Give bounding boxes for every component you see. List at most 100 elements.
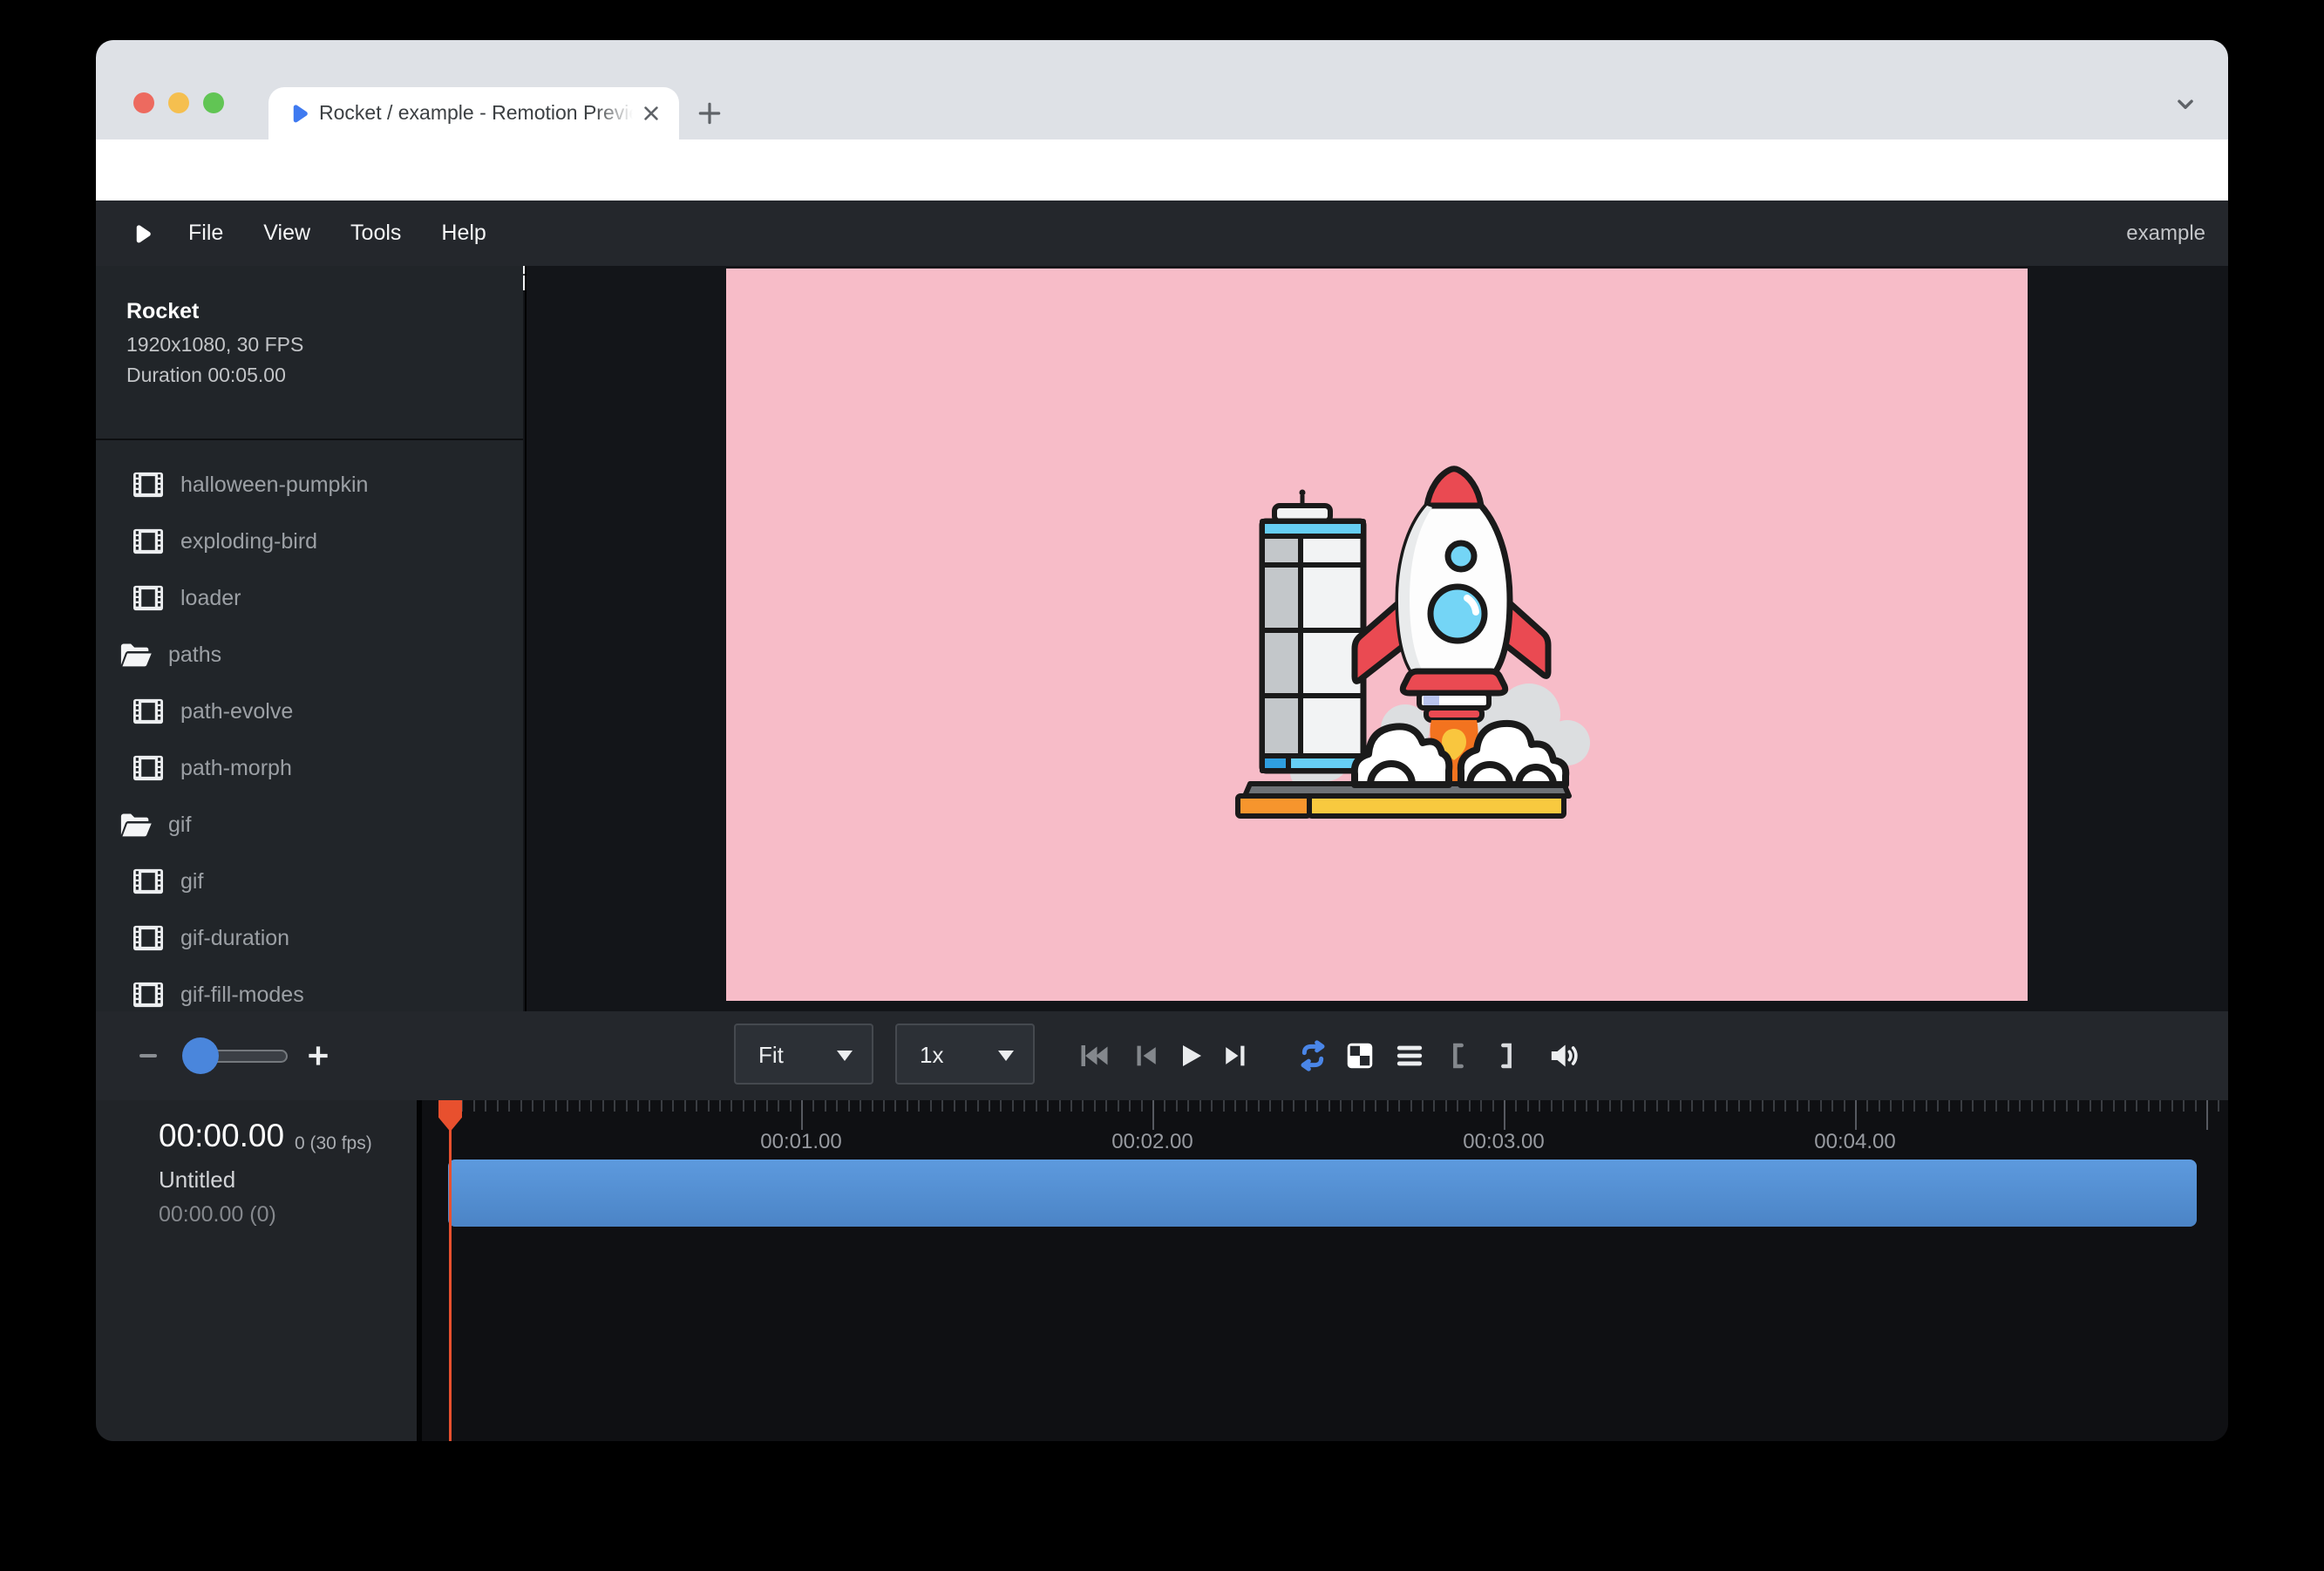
composition-title: Rocket [126, 299, 199, 324]
canvas-size-value: Fit [758, 1042, 784, 1069]
timeline-track-bar[interactable] [448, 1160, 2197, 1227]
app-menu-bar: File View Tools Help example [96, 201, 2228, 266]
sidebar-item-label: gif [168, 813, 191, 838]
film-icon [133, 755, 163, 781]
menu-item-tools[interactable]: Tools [350, 221, 401, 246]
timeline-lanes-button[interactable] [1390, 1037, 1429, 1075]
video-stage [726, 269, 2028, 1001]
sidebar-item-gif-folder[interactable]: gif [96, 807, 523, 842]
sidebar-item-gif-duration[interactable]: gif-duration [96, 921, 523, 956]
folder-open-icon [119, 643, 153, 667]
sidebar-item-path-morph[interactable]: path-morph [96, 751, 523, 786]
previous-frame-icon [1130, 1041, 1159, 1071]
volume-icon [1546, 1038, 1581, 1073]
sidebar-item-exploding-bird[interactable]: exploding-bird [96, 524, 523, 559]
menu-item-help[interactable]: Help [441, 221, 486, 246]
menu-items: File View Tools Help [188, 201, 486, 266]
sidebar-divider [96, 439, 523, 440]
film-icon [133, 698, 163, 724]
sidebar-item-loader[interactable]: loader [96, 581, 523, 615]
timeline-panel: 00:00.00 0 (30 fps) Untitled 00:00.00 (0… [96, 1100, 2228, 1441]
window-zoom-button[interactable] [203, 92, 224, 113]
out-bracket-icon [1492, 1042, 1519, 1070]
next-frame-button[interactable] [1218, 1037, 1256, 1075]
playback-speed-value: 1x [920, 1042, 943, 1069]
timeline-zoom-knob[interactable] [182, 1037, 219, 1074]
track-start-time: 00:00.00 (0) [159, 1202, 276, 1228]
sidebar-item-label: path-morph [180, 756, 292, 781]
window-close-button[interactable] [133, 92, 154, 113]
sidebar-item-label: gif-fill-modes [180, 983, 304, 1008]
play-button[interactable] [1172, 1037, 1210, 1075]
timeline-ruler[interactable]: 00:01.00 00:02.00 00:03.00 00:04.00 [417, 1100, 2228, 1441]
timeline-zoom-in-button[interactable] [299, 1037, 337, 1075]
browser-toolbar: http://localhost:3001/Rocket [96, 139, 2228, 201]
composition-duration: Duration 00:05.00 [126, 364, 286, 387]
ruler-label: 00:04.00 [1814, 1130, 1895, 1154]
rows-icon [1395, 1041, 1424, 1071]
sidebar-item-gif-fill-modes[interactable]: gif-fill-modes [96, 977, 523, 1011]
current-timecode: 00:00.00 [159, 1118, 284, 1154]
sidebar-item-label: halloween-pumpkin [180, 473, 368, 498]
film-icon [133, 982, 163, 1008]
sidebar-item-paths-folder[interactable]: paths [96, 637, 523, 672]
film-icon [133, 528, 163, 554]
plus-icon [304, 1042, 332, 1070]
window-minimize-button[interactable] [168, 92, 189, 113]
rocket [1355, 469, 1548, 720]
film-icon [133, 585, 163, 611]
rocket-illustration [1224, 452, 1590, 826]
remotion-favicon-icon [286, 101, 310, 126]
playhead-marker[interactable] [438, 1100, 462, 1132]
previous-frame-button[interactable] [1125, 1037, 1164, 1075]
tab-close-icon[interactable] [639, 101, 663, 126]
minus-icon [135, 1043, 161, 1069]
sidebar-item-gif[interactable]: gif [96, 864, 523, 899]
remotion-logo-icon[interactable] [129, 221, 153, 246]
main-area: Rocket 1920x1080, 30 FPS Duration 00:05.… [96, 266, 2228, 1011]
ruler-label: 00:02.00 [1111, 1130, 1193, 1154]
skip-to-start-button[interactable] [1074, 1037, 1112, 1075]
loop-icon [1295, 1038, 1330, 1073]
player-controls-bar: Fit 1x [96, 1011, 2228, 1100]
playhead-line [449, 1100, 452, 1441]
film-icon [133, 472, 163, 498]
film-icon [133, 925, 163, 951]
film-icon [133, 868, 163, 894]
tab-search-chevron-icon[interactable] [2171, 89, 2200, 119]
transparency-toggle-button[interactable] [1341, 1037, 1379, 1075]
loop-toggle-button[interactable] [1294, 1037, 1332, 1075]
canvas-size-select[interactable]: Fit [734, 1024, 873, 1085]
new-tab-button[interactable] [696, 99, 724, 127]
play-icon [1175, 1040, 1206, 1071]
in-bracket-icon [1445, 1042, 1473, 1070]
menu-item-file[interactable]: File [188, 221, 223, 246]
sidebar-item-halloween-pumpkin[interactable]: halloween-pumpkin [96, 467, 523, 502]
chevron-down-icon [837, 1051, 853, 1061]
compositions-sidebar: Rocket 1920x1080, 30 FPS Duration 00:05.… [96, 266, 523, 1011]
in-point-button[interactable] [1440, 1037, 1478, 1075]
folder-open-icon [119, 813, 153, 837]
ruler-label: 00:03.00 [1463, 1130, 1544, 1154]
checkerboard-icon [1344, 1040, 1376, 1071]
sidebar-item-path-evolve[interactable]: path-evolve [96, 694, 523, 729]
timeline-zoom-out-button[interactable] [129, 1037, 167, 1075]
tab-strip: Rocket / example - Remotion Preview [96, 40, 2228, 139]
mute-toggle-button[interactable] [1545, 1037, 1583, 1075]
sidebar-item-label: exploding-bird [180, 529, 317, 554]
current-frame-info: 0 (30 fps) [295, 1133, 372, 1154]
chevron-down-icon [998, 1051, 1014, 1061]
menu-item-view[interactable]: View [263, 221, 310, 246]
preview-canvas-area [525, 266, 2228, 1011]
composition-resolution: 1920x1080, 30 FPS [126, 333, 303, 357]
sidebar-item-label: path-evolve [180, 699, 293, 724]
launch-tower [1262, 490, 1363, 772]
next-frame-icon [1222, 1041, 1252, 1071]
ruler-label: 00:01.00 [760, 1130, 841, 1154]
browser-tab[interactable]: Rocket / example - Remotion Preview [268, 87, 679, 139]
sidebar-item-label: loader [180, 586, 241, 611]
out-point-button[interactable] [1486, 1037, 1525, 1075]
playback-speed-select[interactable]: 1x [895, 1024, 1035, 1085]
project-name-label: example [2126, 221, 2205, 246]
sidebar-item-label: gif-duration [180, 926, 289, 951]
